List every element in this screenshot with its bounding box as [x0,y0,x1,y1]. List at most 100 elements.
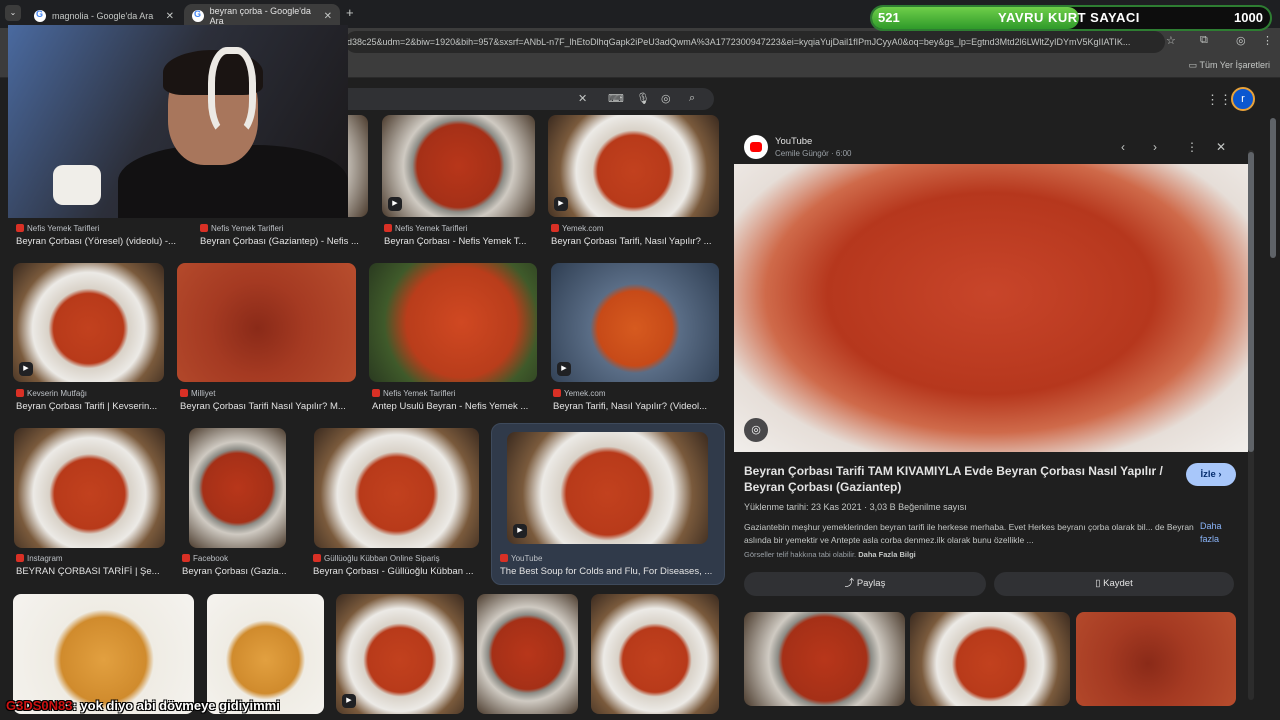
search-icon[interactable]: ⌕ [689,92,695,105]
video-icon: ▶ [554,197,568,211]
clear-icon[interactable]: ✕ [578,92,587,105]
microphone-icon[interactable]: 🎙 [636,92,650,105]
result-source: Kevserin Mutfağı [16,389,87,398]
more-link[interactable]: Daha fazla [1200,520,1234,546]
panel-source[interactable]: YouTube [775,136,812,147]
counter-title: YAVRU KURT SAYACI [998,10,1140,25]
chat-username: G3DS0N83 [6,698,73,713]
lens-icon[interactable]: ◎ [744,418,768,442]
all-bookmarks[interactable]: ▭ Tüm Yer İşaretleri [1189,60,1270,71]
result-source: Nefis Yemek Tarifleri [372,389,455,398]
panel-description: Gaziantebin meşhur yemeklerinden beyran … [744,522,1194,545]
result-source: Yemek.com [551,224,604,233]
panel-title[interactable]: Beyran Çorbası Tarifi TAM KIVAMIYLA Evde… [744,463,1174,495]
copyright-text: Görseller telif hakkına tabi olabilir. [744,550,857,559]
keyboard-icon[interactable]: ⌨ [608,92,624,105]
save-label: Kaydet [1103,578,1133,589]
result-title[interactable]: Beyran Çorbası - Nefis Yemek T... [384,236,536,247]
tab-search-button[interactable]: ⌄ [5,5,21,21]
related-image[interactable] [744,612,905,706]
search-input[interactable] [300,88,714,110]
like-count: 3,03 B Beğenilme sayısı [869,502,967,512]
avatar[interactable]: r [1231,87,1255,111]
result-image[interactable] [13,594,194,714]
profile-icon[interactable]: ◎ [1236,34,1246,47]
result-title[interactable]: Beyran Çorbası (Gaziantep) - Nefis ... [200,236,368,247]
result-image[interactable] [314,428,479,548]
address-bar[interactable]: d38c25&udm=2&biw=1920&bih=957&sxsrf=ANbL… [345,31,1165,53]
follow-button[interactable]: İzle › [1186,463,1236,486]
result-source: Facebook [182,554,228,563]
close-icon[interactable]: ✕ [1216,140,1226,154]
chevron-right-icon[interactable]: › [1153,140,1157,154]
result-source: Nefis Yemek Tarifleri [16,224,99,233]
chevron-left-icon[interactable]: ‹ [1121,140,1125,154]
google-icon [34,9,46,22]
result-title[interactable]: Beyran Çorbası (Yöresel) (videolu) -... [16,236,182,247]
result-image[interactable] [207,594,324,714]
result-source: Nefis Yemek Tarifleri [200,224,283,233]
copyright-notice: Görseller telif hakkına tabi olabilir. D… [744,550,916,559]
upload-date: Yüklenme tarihi: 23 Kas 2021 [744,502,862,512]
result-image[interactable]: ▶ [507,432,708,544]
video-icon: ▶ [342,694,356,708]
result-image[interactable]: ▶ [551,263,719,382]
result-title[interactable]: The Best Soup for Colds and Flu, For Dis… [500,566,718,577]
video-icon: ▶ [19,362,33,376]
result-image[interactable] [14,428,165,548]
share-label: Paylaş [856,578,886,589]
extensions-icon[interactable]: ⧉ [1200,34,1208,47]
result-image[interactable]: ▶ [382,115,535,217]
chat-overlay: G3DS0N83: yok diyo abi dövmeye gidiyimmi [6,698,280,713]
result-image[interactable]: ▶ [548,115,719,217]
new-tab-button[interactable]: + [346,5,354,20]
panel-scrollbar-thumb[interactable] [1248,152,1254,452]
video-icon: ▶ [557,362,571,376]
result-image[interactable] [177,263,356,382]
result-image[interactable]: ▶ [13,263,164,382]
panel-subtitle: Cemile Güngör · 6:00 [775,149,852,158]
result-image[interactable]: ▶ [336,594,464,714]
result-title[interactable]: Beyran Çorbası Tarifi Nasıl Yapılır? M..… [180,401,356,412]
result-title[interactable]: Antep Usulü Beyran - Nefis Yemek ... [372,401,537,412]
result-source: Yemek.com [553,389,606,398]
result-image[interactable] [189,428,286,548]
result-source: YouTube [500,554,542,563]
star-icon[interactable]: ☆ [1166,34,1176,47]
close-icon[interactable]: ✕ [166,11,174,22]
video-icon: ▶ [513,524,527,538]
result-title[interactable]: Beyran Çorbası Tarifi, Nasıl Yapılır? ..… [551,236,719,247]
video-icon: ▶ [388,197,402,211]
result-title[interactable]: Beyran Çorbası Tarifi | Kevserin... [16,401,164,412]
tab-title: magnolia - Google'da Ara [52,11,154,21]
related-image[interactable] [1076,612,1236,706]
menu-icon[interactable]: ⋮ [1262,34,1273,47]
youtube-icon [744,135,768,159]
share-button[interactable]: ⤴ Paylaş [744,572,986,596]
tab-title: beyran çorba - Google'da Ara [209,6,311,26]
close-icon[interactable]: ✕ [324,11,332,22]
result-image[interactable] [477,594,578,714]
cup-icon [53,165,101,205]
result-title[interactable]: BEYRAN ÇORBASI TARİFİ | Şe... [16,566,165,577]
result-source: Instagram [16,554,63,563]
result-title[interactable]: Beyran Çorbası - Güllüoğlu Kübban ... [313,566,479,577]
result-source: Milliyet [180,389,215,398]
apps-icon[interactable]: ⋮⋮ [1206,92,1232,108]
counter-current: 521 [878,10,900,25]
headphones-icon [208,47,256,137]
more-icon[interactable]: ⋮ [1186,140,1198,154]
result-title[interactable]: Beyran Tarifi, Nasıl Yapılır? (Videol... [553,401,719,412]
save-button[interactable]: ▯ Kaydet [994,572,1234,596]
panel-date: Yüklenme tarihi: 23 Kas 2021 · 3,03 B Be… [744,502,967,512]
lens-icon[interactable]: ◎ [661,92,671,105]
counter-target: 1000 [1234,10,1263,25]
all-bookmarks-label: Tüm Yer İşaretleri [1199,60,1270,70]
panel-preview-image[interactable] [734,164,1248,452]
result-title[interactable]: Beyran Çorbası (Gazia... [182,566,292,577]
more-info-link[interactable]: Daha Fazla Bilgi [858,550,916,559]
related-image[interactable] [910,612,1070,706]
result-image[interactable] [369,263,537,382]
page-scrollbar-thumb[interactable] [1270,118,1276,258]
result-image[interactable] [591,594,719,714]
